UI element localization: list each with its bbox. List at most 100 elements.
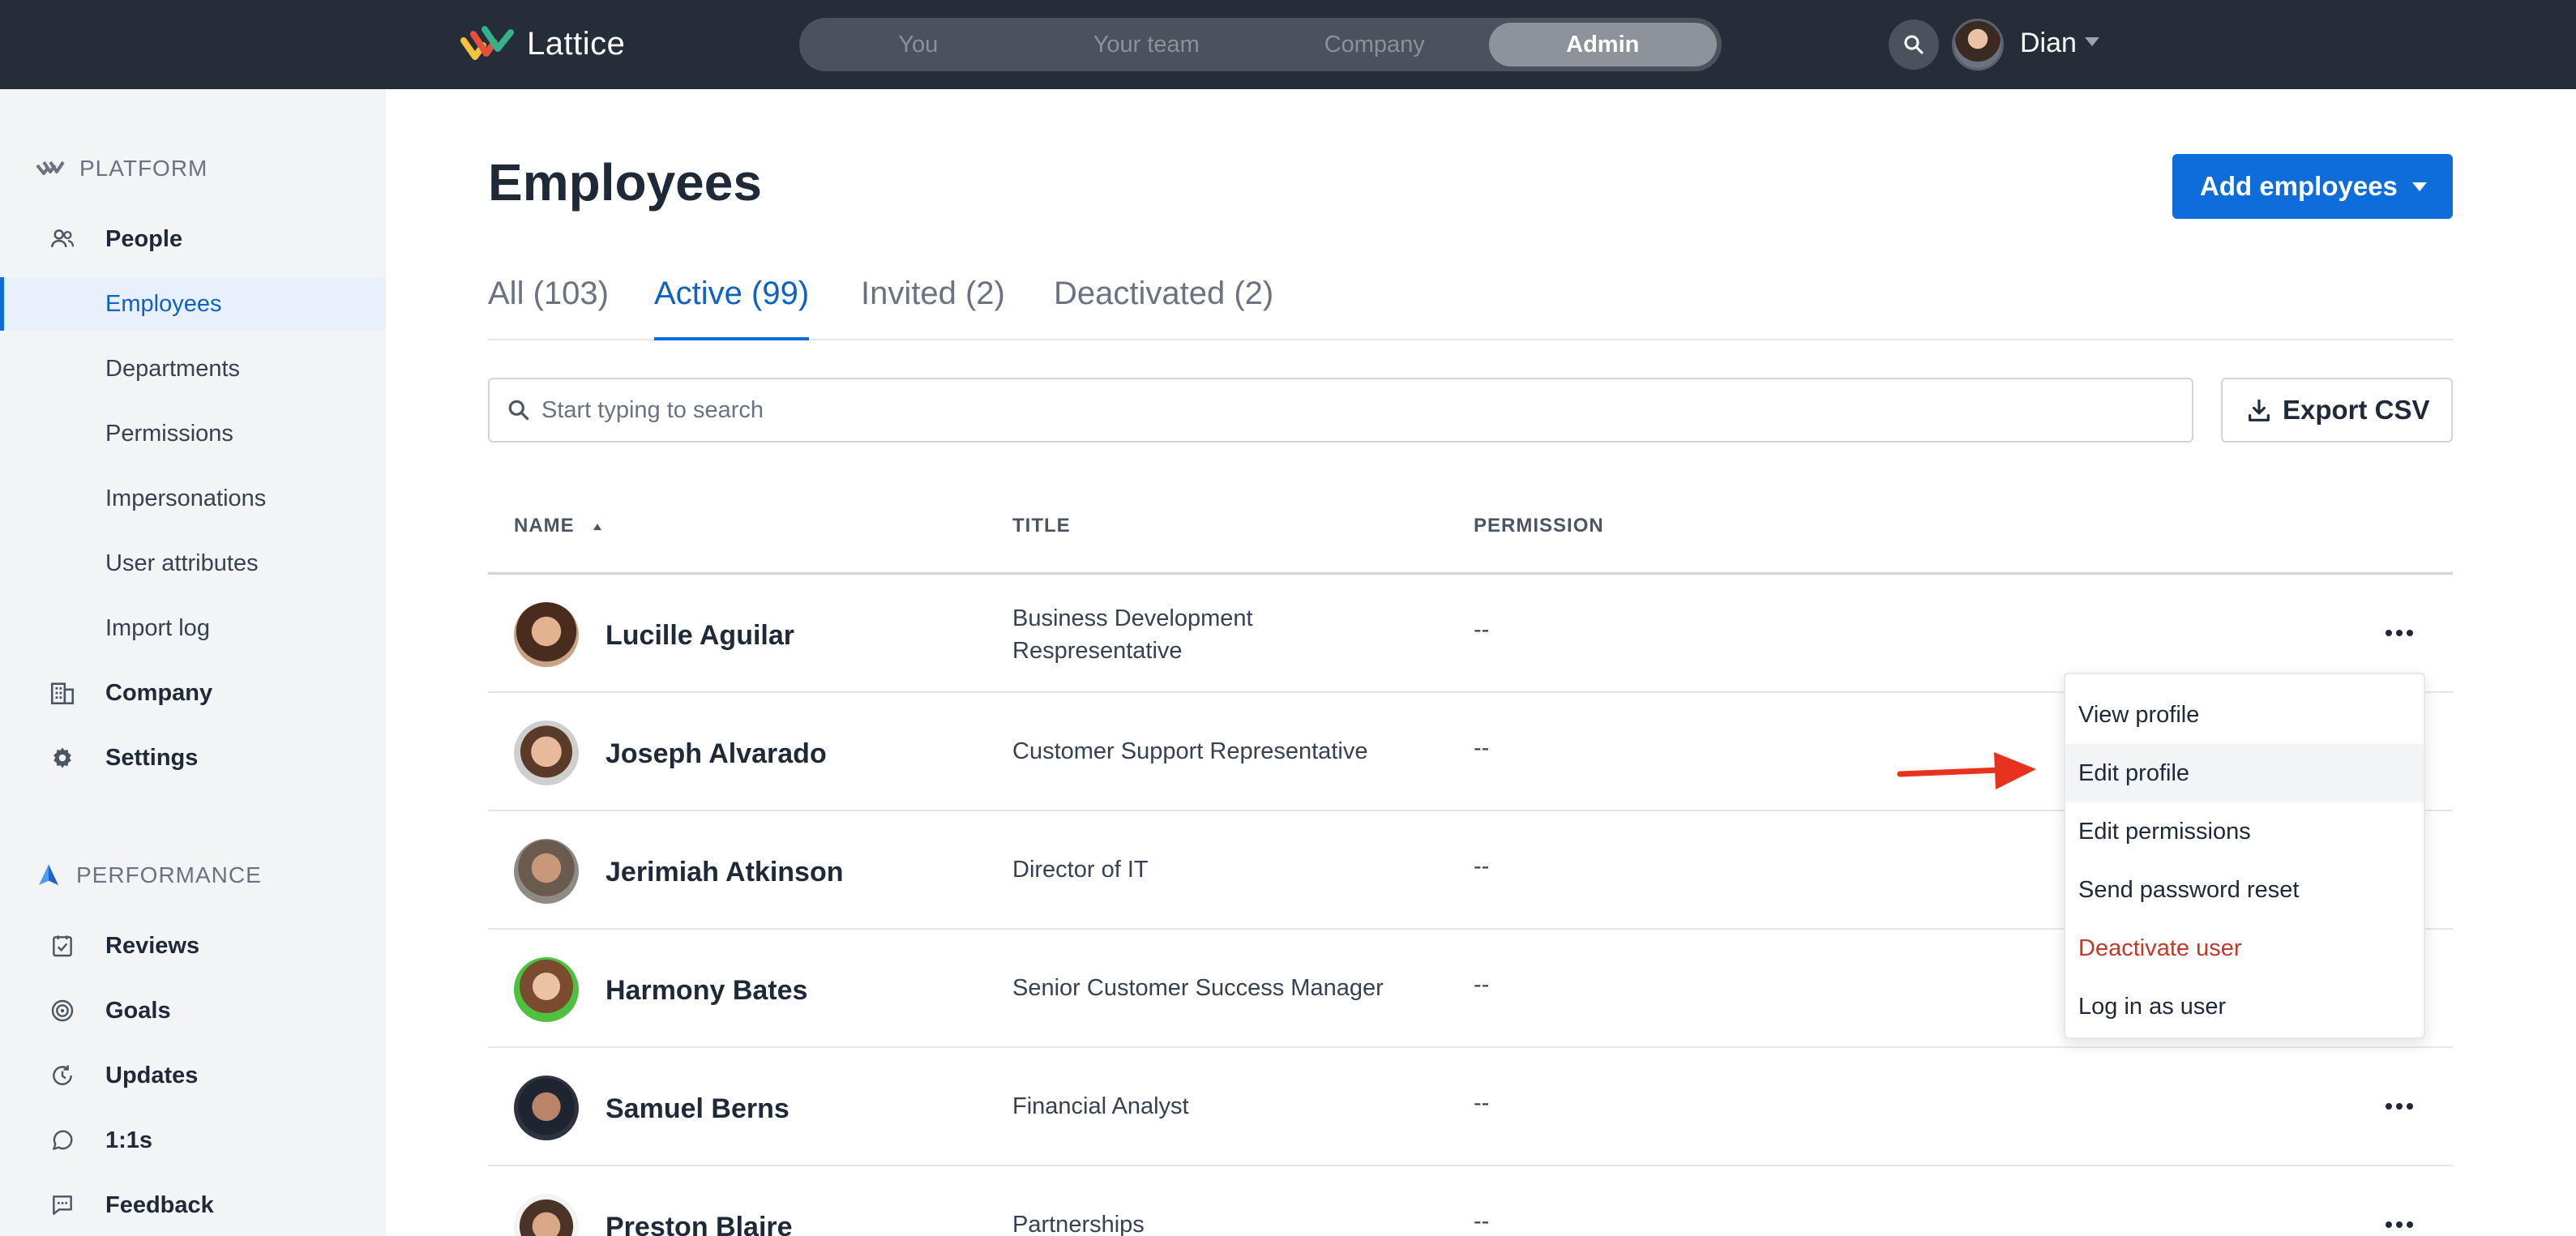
sidebar-item-reviews[interactable]: Reviews [0, 919, 386, 973]
employee-title: Director of IT [1012, 857, 1149, 883]
row-actions-button[interactable] [2375, 617, 2424, 649]
sidebar-section-label: PERFORMANCE [76, 862, 262, 887]
sidebar-item-label: Permissions [105, 420, 233, 447]
avatar [514, 721, 579, 785]
column-header-name[interactable]: NAME [514, 515, 603, 537]
caret-down-icon [2412, 182, 2427, 191]
nav-tab-company[interactable]: Company [1260, 23, 1489, 66]
menu-item-edit-profile[interactable]: Edit profile [2065, 744, 2424, 802]
sidebar-item-label: Goals [105, 997, 171, 1024]
feedback-icon [49, 1191, 76, 1219]
sidebar-section-platform: PLATFORM [36, 156, 208, 182]
tab-all[interactable]: All (103) [488, 276, 609, 340]
sidebar-item-label: 1:1s [105, 1127, 153, 1153]
updates-icon [49, 1062, 76, 1089]
sidebar-item-one-on-ones[interactable]: 1:1s [0, 1114, 386, 1167]
employee-title: Partnerships [1012, 1212, 1145, 1236]
sidebar-item-import-log[interactable]: Import log [0, 601, 386, 655]
sidebar-item-settings[interactable]: Settings [0, 731, 386, 785]
sidebar-section-performance: PERFORMANCE [36, 862, 262, 888]
sidebar-item-label: User attributes [105, 550, 259, 576]
performance-icon [39, 864, 58, 885]
chat-icon [49, 1127, 76, 1154]
nav-tab-your-team[interactable]: Your team [1033, 23, 1261, 66]
gear-icon [49, 744, 76, 772]
employee-name[interactable]: Lucille Aguilar [605, 620, 794, 652]
search-icon [1904, 35, 1923, 54]
sidebar-item-feedback[interactable]: Feedback [0, 1178, 386, 1232]
sidebar-item-goals[interactable]: Goals [0, 984, 386, 1037]
add-employees-button[interactable]: Add employees [2172, 154, 2453, 219]
sidebar-item-label: Employees [105, 290, 222, 317]
sidebar-item-departments[interactable]: Departments [0, 342, 386, 396]
employee-name[interactable]: Preston Blaire [605, 1212, 793, 1236]
user-avatar[interactable] [1952, 19, 2004, 71]
annotation-arrow-icon [1897, 752, 2036, 789]
column-header-label: NAME [514, 515, 575, 537]
lattice-logo-icon [460, 26, 514, 60]
avatar [514, 1076, 579, 1140]
building-icon [49, 679, 76, 707]
target-icon [49, 997, 76, 1024]
lattice-logo[interactable]: Lattice [460, 24, 625, 63]
sidebar-item-employees[interactable]: Employees [0, 277, 386, 331]
column-header-permission[interactable]: PERMISSION [1474, 515, 1604, 537]
review-icon [49, 932, 76, 960]
menu-item-view-profile[interactable]: View profile [2065, 686, 2424, 744]
row-actions-button[interactable] [2375, 1208, 2424, 1236]
employee-permission: -- [1474, 1208, 1490, 1234]
nav-tab-admin[interactable]: Admin [1488, 23, 1717, 66]
employee-name[interactable]: Harmony Bates [605, 975, 807, 1007]
sidebar-item-user-attributes[interactable]: User attributes [0, 537, 386, 590]
export-csv-label: Export CSV [2283, 395, 2430, 425]
tab-invited[interactable]: Invited (2) [861, 276, 1005, 340]
avatar [514, 839, 579, 904]
employee-title: Financial Analyst [1012, 1093, 1189, 1119]
avatar [514, 602, 579, 667]
download-icon [2249, 399, 2270, 421]
employee-name[interactable]: Jerimiah Atkinson [605, 857, 843, 888]
platform-icon [36, 160, 65, 175]
menu-item-edit-permissions[interactable]: Edit permissions [2065, 802, 2424, 861]
menu-item-send-password-reset[interactable]: Send password reset [2065, 861, 2424, 919]
sidebar-item-updates[interactable]: Updates [0, 1049, 386, 1102]
employee-title: Senior Customer Success Manager [1012, 975, 1384, 1001]
sidebar-item-impersonations[interactable]: Impersonations [0, 472, 386, 525]
employee-name[interactable]: Joseph Alvarado [605, 738, 827, 770]
view-switcher: You Your team Company Admin [799, 18, 1722, 71]
employee-permission: -- [1474, 735, 1490, 761]
menu-item-log-in-as-user[interactable]: Log in as user [2065, 977, 2424, 1036]
page-title: Employees [488, 153, 762, 212]
employee-name[interactable]: Samuel Berns [605, 1093, 789, 1125]
nav-tab-you[interactable]: You [804, 23, 1033, 66]
employee-permission: -- [1474, 1090, 1490, 1116]
add-employees-label: Add employees [2200, 171, 2398, 201]
sidebar-section-label: PLATFORM [79, 156, 208, 181]
avatar [514, 957, 579, 1022]
sidebar-item-label: Reviews [105, 932, 200, 959]
table-row[interactable]: Preston Blaire Partnerships -- [488, 1166, 2453, 1236]
sidebar-item-company[interactable]: Company [0, 666, 386, 720]
tab-deactivated[interactable]: Deactivated (2) [1054, 276, 1273, 340]
global-search-button[interactable] [1889, 19, 1939, 70]
tab-active[interactable]: Active (99) [654, 276, 810, 340]
column-header-title[interactable]: TITLE [1012, 515, 1071, 537]
sidebar-item-label: Updates [105, 1062, 199, 1088]
search-input[interactable] [541, 387, 2163, 433]
user-name[interactable]: Dian [2020, 28, 2077, 59]
sidebar-item-label: Settings [105, 744, 199, 771]
menu-item-deactivate-user[interactable]: Deactivate user [2065, 919, 2424, 977]
sidebar: PLATFORM People Employees Departments Pe… [0, 89, 386, 1236]
brand-name: Lattice [527, 25, 626, 62]
sort-ascending-icon [593, 524, 602, 530]
sidebar-item-label: Departments [105, 355, 241, 382]
sidebar-item-label: People [105, 225, 183, 252]
chevron-down-icon[interactable] [2085, 37, 2099, 46]
sidebar-item-people[interactable]: People [0, 212, 386, 266]
export-csv-button[interactable]: Export CSV [2221, 378, 2453, 443]
table-row[interactable]: Samuel Berns Financial Analyst -- [488, 1048, 2453, 1166]
search-icon [508, 400, 529, 421]
row-actions-button[interactable] [2375, 1090, 2424, 1123]
sidebar-item-permissions[interactable]: Permissions [0, 407, 386, 460]
avatar [514, 1194, 579, 1236]
